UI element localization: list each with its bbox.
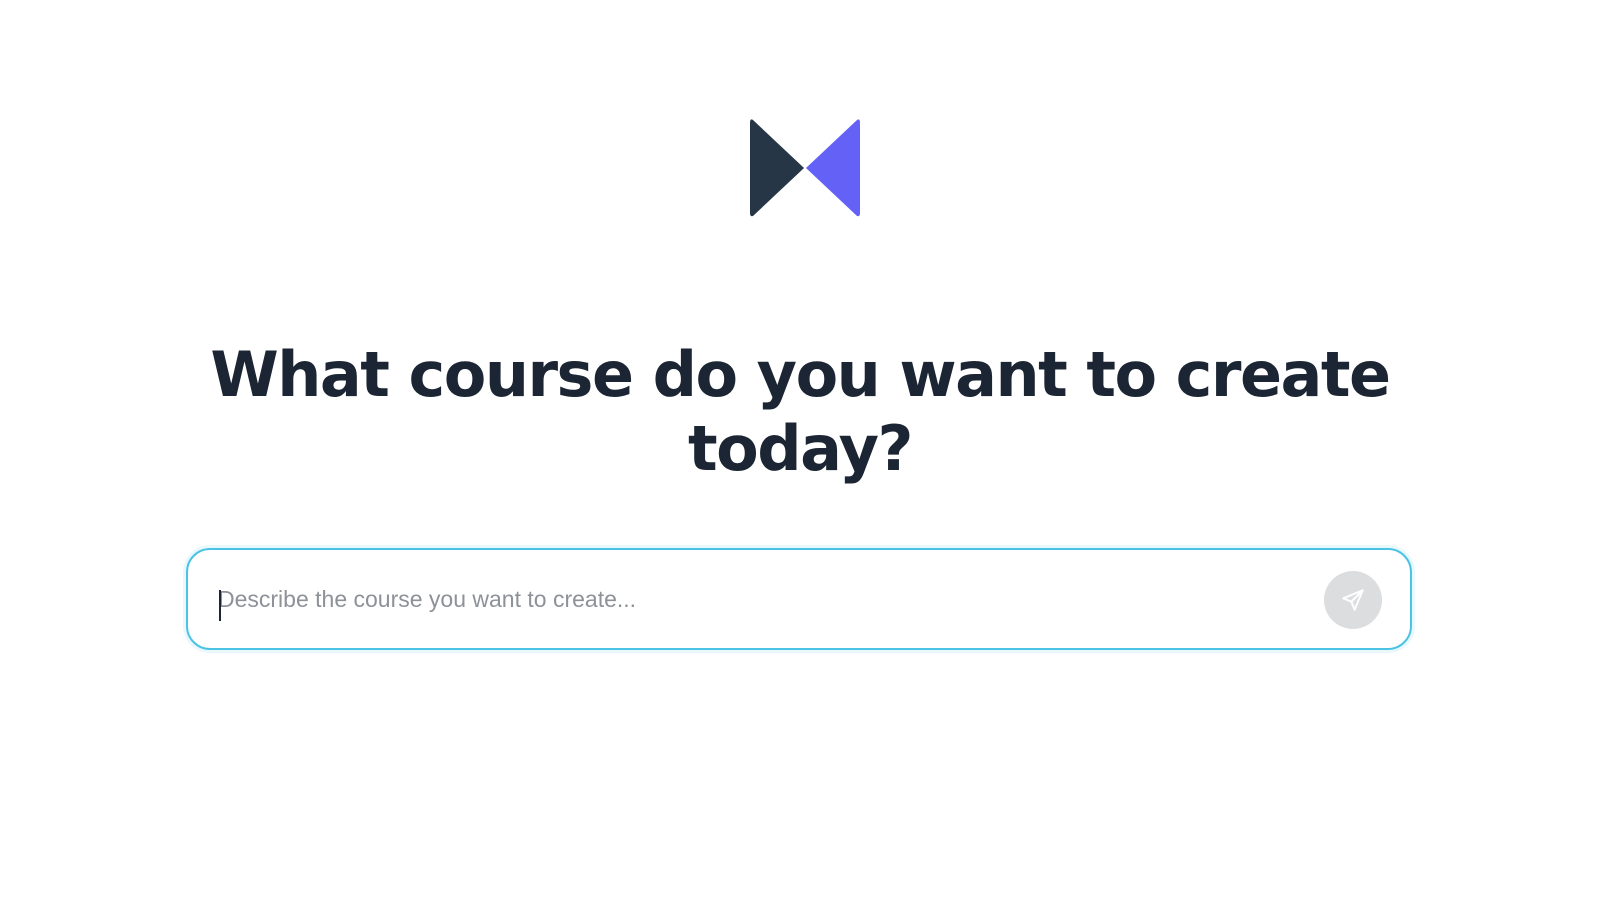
app-logo [750,116,860,220]
send-button[interactable] [1324,571,1382,629]
course-prompt-box[interactable] [186,548,1412,650]
course-creator-page: What course do you want to create today? [0,0,1600,900]
course-description-input[interactable] [218,578,1298,620]
send-icon [1342,589,1364,611]
m-logo-icon [750,119,860,217]
text-caret [219,590,221,621]
page-title: What course do you want to create today? [210,338,1391,485]
